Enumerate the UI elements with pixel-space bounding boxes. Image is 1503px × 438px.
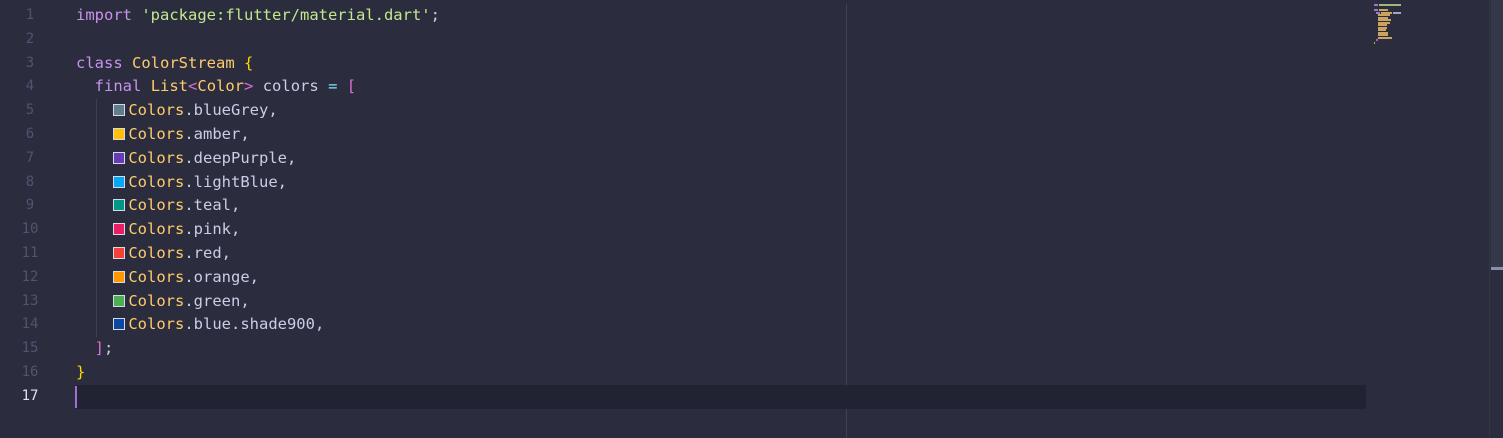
color-member: .deepPurple, [184, 148, 297, 167]
line-number: 15 [21, 340, 39, 357]
close-brace: } [76, 362, 86, 381]
line-number: 4 [25, 78, 35, 95]
indent-guide [96, 241, 97, 266]
line-number: 6 [25, 125, 35, 142]
keyword-final: final [94, 77, 142, 96]
color-swatch-icon[interactable] [113, 104, 126, 117]
line-number: 1 [25, 7, 35, 23]
line-number: 16 [21, 363, 39, 380]
color-member: .lightBlue, [184, 172, 287, 191]
color-member: .teal, [184, 196, 241, 215]
code-editor[interactable]: 1 2 3 4 5 6 7 8 9 10 11 12 13 14 15 16 1… [0, 0, 1503, 438]
colors-class: Colors [128, 148, 185, 167]
line-number-gutter: 1 2 3 4 5 6 7 8 9 10 11 12 13 14 15 16 1… [0, 4, 60, 409]
color-entry-line[interactable]: Colors.deepPurple, [76, 146, 1366, 171]
type-list: List [150, 77, 189, 96]
color-entry-line[interactable]: Colors.blue.shade900, [76, 313, 1366, 338]
color-swatch-icon[interactable] [113, 246, 126, 259]
list-open-bracket: [ [346, 77, 357, 96]
keyword-import: import [76, 6, 132, 24]
active-line-number: 17 [21, 387, 39, 404]
color-entry-line[interactable]: Colors.orange, [76, 265, 1366, 290]
colors-class: Colors [128, 243, 185, 262]
color-member: .red, [184, 243, 231, 262]
code-line[interactable]: import 'package:flutter/material.dart'; [76, 4, 1366, 28]
color-member: .green, [184, 291, 250, 310]
colors-class: Colors [128, 124, 185, 143]
color-swatch-icon[interactable] [113, 318, 126, 331]
indent-guide [96, 265, 97, 290]
text-cursor [75, 385, 77, 408]
color-swatch-icon[interactable] [113, 199, 126, 212]
indent-guide [96, 122, 97, 147]
colors-class: Colors [128, 196, 185, 215]
list-close-bracket: ] [94, 339, 105, 358]
indent-guide [96, 170, 97, 195]
indent-guide [96, 313, 97, 338]
cursor-position-marker [1491, 267, 1503, 270]
line-number: 14 [21, 316, 39, 333]
type-color: Color [197, 77, 245, 96]
line-number: 9 [25, 197, 35, 214]
color-member: .blueGrey, [184, 101, 278, 120]
color-swatch-icon[interactable] [113, 294, 126, 307]
code-line[interactable]: ]; [76, 337, 1366, 361]
color-entry-line[interactable]: Colors.green, [76, 289, 1366, 314]
indent-guide [96, 218, 97, 242]
line-number: 10 [21, 221, 39, 238]
color-entry-line[interactable]: Colors.amber, [76, 122, 1366, 147]
color-entry-line[interactable]: Colors.red, [76, 241, 1366, 266]
colors-class: Colors [128, 101, 185, 120]
generic-open: < [188, 77, 198, 96]
minimap[interactable] [1374, 4, 1489, 44]
colors-class: Colors [128, 291, 185, 310]
line-number: 12 [21, 268, 39, 285]
line-number: 8 [25, 173, 35, 190]
code-line[interactable]: class ColorStream { [76, 52, 1366, 76]
line-number: 13 [21, 292, 39, 309]
vertical-scrollbar[interactable] [1489, 0, 1503, 438]
line-number: 2 [25, 30, 35, 47]
color-entry-line[interactable]: Colors.lightBlue, [76, 170, 1366, 195]
variable-name: colors [262, 77, 319, 96]
color-swatch-icon[interactable] [113, 175, 126, 188]
color-swatch-icon[interactable] [113, 127, 126, 140]
color-member: .blue.shade900, [184, 315, 325, 334]
line-number: 3 [25, 54, 35, 71]
colors-class: Colors [128, 220, 185, 239]
code-line-empty[interactable] [76, 28, 1366, 52]
color-entry-line[interactable]: Colors.blueGrey, [76, 99, 1366, 123]
code-line[interactable]: } [76, 361, 1366, 385]
assign-operator: = [328, 77, 338, 96]
color-swatch-icon[interactable] [113, 270, 126, 283]
colors-class: Colors [128, 172, 185, 191]
import-path-string: 'package:flutter/material.dart' [141, 6, 431, 24]
scrollbar-thumb[interactable] [1491, 0, 1503, 268]
color-member: .pink, [184, 220, 241, 239]
line-number: 11 [21, 244, 39, 261]
indent-guide [96, 194, 97, 219]
generic-close: > [244, 77, 254, 96]
indent-guide [96, 146, 97, 171]
color-member: .amber, [184, 124, 250, 143]
current-code-line[interactable] [75, 384, 1366, 409]
colors-class: Colors [128, 315, 185, 334]
indent-guide [96, 99, 97, 123]
line-number: 7 [25, 149, 35, 166]
color-swatch-icon[interactable] [113, 223, 126, 236]
class-name: ColorStream [132, 53, 235, 72]
code-area[interactable]: import 'package:flutter/material.dart'; … [75, 4, 1366, 409]
color-entry-line[interactable]: Colors.pink, [76, 218, 1366, 242]
color-swatch-icon[interactable] [113, 151, 126, 164]
open-brace: { [244, 53, 254, 72]
indent-guide [96, 289, 97, 314]
semicolon: ; [430, 6, 440, 24]
semicolon: ; [104, 339, 114, 358]
color-entry-line[interactable]: Colors.teal, [76, 194, 1366, 219]
color-member: .orange, [184, 267, 259, 286]
keyword-class: class [76, 53, 123, 72]
code-line[interactable]: final List<Color> colors = [ [76, 75, 1366, 99]
colors-class: Colors [128, 267, 185, 286]
line-number: 5 [25, 102, 35, 119]
